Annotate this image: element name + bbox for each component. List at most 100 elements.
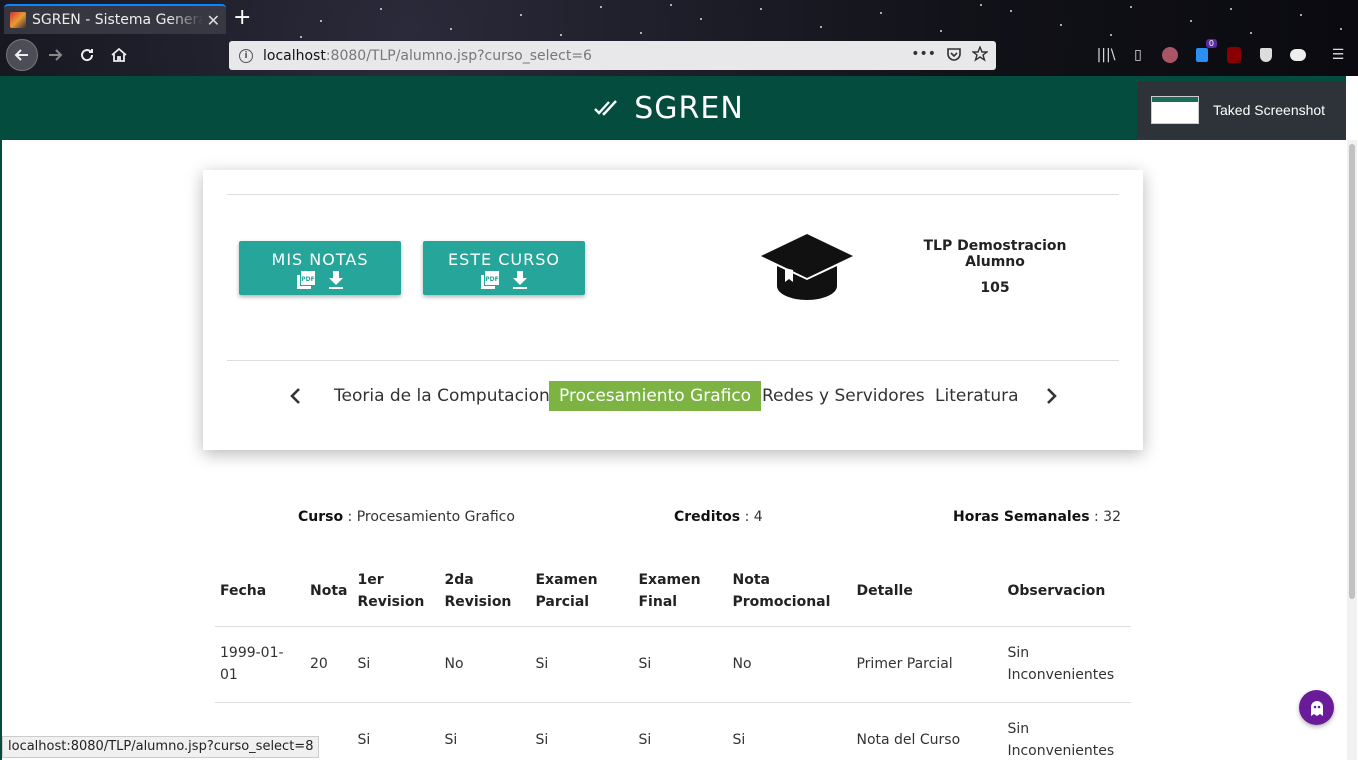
col-examen-final: Examen Final (638, 571, 701, 610)
double-check-icon (594, 100, 618, 116)
brand[interactable]: SGREN (594, 91, 744, 126)
extension2-icon[interactable] (1288, 45, 1308, 65)
star (1230, 8, 1232, 10)
course-tab-procesamiento[interactable]: Procesamiento Grafico (549, 381, 762, 411)
bookmark-star-icon[interactable] (972, 46, 988, 62)
este-curso-button[interactable]: ESTE CURSO PDF (423, 241, 585, 295)
brand-title: SGREN (634, 90, 744, 126)
extension-badge: 0 (1205, 39, 1217, 48)
col-fecha: Fecha (220, 582, 267, 599)
vertical-scrollbar[interactable] (1347, 140, 1357, 760)
col-1er-revision: 1er Revision (357, 571, 425, 610)
star (300, 36, 302, 38)
chevron-right-icon[interactable] (1039, 384, 1063, 408)
divider (227, 360, 1119, 361)
col-2da-revision: 2da Revision (444, 571, 512, 610)
star (320, 20, 322, 22)
library-icon[interactable]: |||\ (1096, 45, 1116, 65)
table-header-row: Fecha Nota 1er Revision 2da Revision Exa… (215, 556, 1131, 626)
reload-icon (81, 49, 94, 62)
ghost-icon (1310, 700, 1323, 716)
col-nota-promocional: Nota Promocional (732, 571, 831, 610)
svg-text:PDF: PDF (485, 276, 498, 283)
pdf-icon: PDF (297, 271, 315, 289)
star (1060, 24, 1062, 26)
star (1250, 32, 1252, 34)
screenshot-text: Taked Screenshot (1213, 102, 1326, 118)
table-row: 1999-01-01 20 Si No Si Si No Primer Parc… (215, 625, 1131, 702)
extension-icon[interactable]: 0 (1192, 39, 1217, 65)
new-tab-icon[interactable]: + (233, 6, 251, 30)
sidebar-icon[interactable]: ▯ (1128, 45, 1148, 65)
cell-2da-revision: No (439, 625, 531, 702)
star (1130, 6, 1132, 8)
url-text[interactable]: localhost:8080/TLP/alumno.jsp?curso_sele… (263, 48, 592, 64)
star (940, 30, 942, 32)
cell-1er-revision: Si (352, 701, 440, 760)
course-tab-redes[interactable]: Redes y Servidores (752, 381, 935, 411)
cell-nota-promocional: Si (727, 701, 852, 760)
url-bar[interactable]: i localhost:8080/TLP/alumno.jsp?curso_se… (229, 41, 996, 70)
cell-observacion: Sin Inconvenientes (1002, 701, 1131, 760)
course-name-info: Curso : Procesamiento Grafico (298, 509, 515, 525)
browser-tab[interactable]: SGREN - Sistema Generador de Reportes de… (4, 4, 226, 34)
back-icon (14, 49, 28, 61)
star (520, 14, 522, 16)
ublock-icon[interactable] (1224, 45, 1244, 65)
star (760, 8, 762, 10)
app-header: SGREN Taked Screenshot (2, 76, 1346, 140)
table-row: Si Si Si Si Si Nota del Curso Sin Inconv… (215, 701, 1131, 760)
download-icon (513, 271, 527, 289)
star (1300, 14, 1302, 16)
course-tab-literatura[interactable]: Literatura (925, 381, 1029, 411)
mis-notas-button[interactable]: MIS NOTAS PDF (239, 241, 401, 295)
home-button[interactable] (104, 40, 134, 70)
chat-float-button[interactable] (1299, 690, 1334, 725)
star (1110, 34, 1112, 36)
profile-icon[interactable] (1160, 45, 1180, 65)
cell-detalle: Primer Parcial (851, 625, 1003, 702)
col-nota: Nota (310, 582, 348, 599)
forward-icon (49, 49, 63, 61)
course-tab-teoria[interactable]: Teoria de la Computacion (324, 381, 560, 411)
col-examen-parcial: Examen Parcial (535, 571, 598, 610)
student-id: 105 (980, 280, 1010, 296)
back-button[interactable] (6, 39, 38, 71)
mis-notas-label: MIS NOTAS (271, 250, 369, 269)
star (980, 4, 982, 6)
menu-icon[interactable]: ☰ (1328, 45, 1348, 65)
course-carousel: Teoria de la Computacion Procesamiento G… (203, 381, 1143, 411)
more-icon[interactable]: ••• (911, 46, 936, 62)
cell-examen-final: Si (633, 701, 728, 760)
info-icon[interactable]: i (239, 48, 253, 63)
cell-examen-final: Si (633, 625, 728, 702)
forward-button[interactable] (40, 40, 70, 70)
star (380, 8, 382, 10)
graduation-cap-icon (761, 234, 853, 300)
screenshot-notification[interactable]: Taked Screenshot (1137, 81, 1346, 139)
course-hours-info: Horas Semanales : 32 (953, 509, 1121, 525)
close-tab-icon[interactable]: ✕ (207, 11, 220, 30)
col-detalle: Detalle (856, 582, 913, 599)
cell-nota-promocional: No (727, 625, 852, 702)
star (560, 34, 562, 36)
reload-button[interactable] (72, 40, 102, 70)
tab-title: SGREN - Sistema Generador de Reportes de… (32, 12, 203, 28)
shield-icon[interactable] (1256, 45, 1276, 65)
star (1010, 10, 1012, 12)
star (820, 26, 822, 28)
student-card: MIS NOTAS PDF ESTE CURSO PDF TLP Demostr… (203, 170, 1143, 450)
star (670, 4, 672, 6)
star (1190, 20, 1192, 22)
download-icon (329, 271, 343, 289)
favicon-icon (10, 12, 26, 28)
home-icon (111, 47, 127, 62)
cell-observacion: Sin Inconvenientes (1002, 625, 1131, 702)
scrollbar-thumb[interactable] (1349, 144, 1355, 599)
pdf-icon: PDF (481, 271, 499, 289)
star (640, 32, 642, 34)
pocket-icon[interactable] (946, 46, 962, 62)
star (880, 12, 882, 14)
window-frame (0, 76, 2, 760)
chevron-left-icon[interactable] (284, 384, 308, 408)
